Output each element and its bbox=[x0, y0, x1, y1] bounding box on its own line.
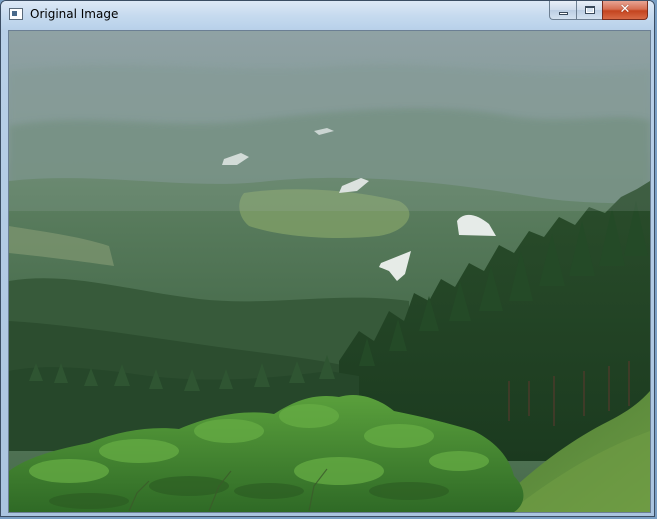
landscape-photo bbox=[9, 31, 650, 512]
app-window-icon[interactable] bbox=[9, 8, 23, 20]
title-bar[interactable]: Original Image ✕ bbox=[1, 1, 654, 29]
close-icon: ✕ bbox=[619, 2, 631, 17]
close-button[interactable]: ✕ bbox=[602, 1, 648, 20]
app-window: Original Image ✕ bbox=[0, 0, 655, 517]
minimize-button[interactable] bbox=[549, 1, 576, 20]
maximize-button[interactable] bbox=[576, 1, 602, 20]
window-title: Original Image bbox=[30, 7, 119, 21]
window-controls: ✕ bbox=[549, 1, 648, 21]
maximize-icon bbox=[585, 6, 595, 14]
image-viewport bbox=[8, 30, 651, 513]
minimize-icon bbox=[559, 12, 568, 15]
